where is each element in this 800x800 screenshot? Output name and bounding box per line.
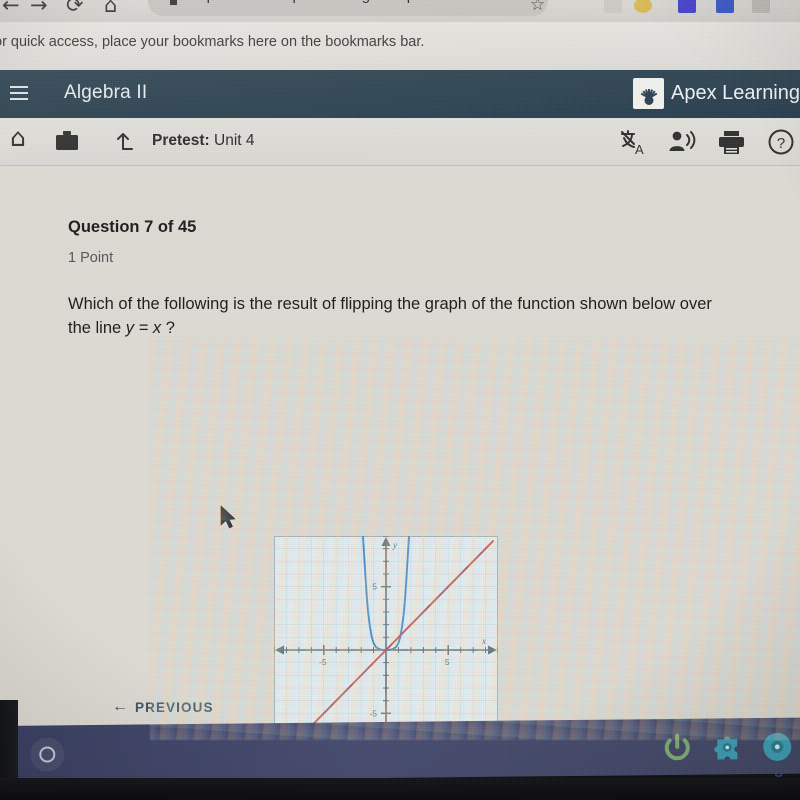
left-arrow-icon: ←: [112, 698, 128, 715]
address-bar[interactable]: https://course.apexlearning.com/public/a…: [148, 0, 548, 16]
previous-label: PREVIOUS: [135, 699, 214, 715]
extension-icon-3[interactable]: [678, 0, 696, 13]
previous-button[interactable]: ← PREVIOUS: [112, 698, 214, 716]
puzzle-eye-icon-2[interactable]: [760, 730, 794, 764]
read-aloud-icon[interactable]: [668, 129, 698, 155]
bookmarks-bar: or quick access, place your bookmarks he…: [0, 22, 800, 70]
home-icon[interactable]: ⌂: [10, 123, 26, 152]
extension-icon-4[interactable]: [716, 0, 734, 13]
os-taskbar: [0, 717, 800, 782]
brand: Apex Learning: [633, 78, 800, 109]
hamburger-menu-icon[interactable]: [10, 86, 28, 100]
svg-text:-5: -5: [319, 657, 327, 667]
browser-toolbar: ← → ⟳ ⌂ https://course.apexlearning.com/…: [0, 0, 800, 22]
question-points: 1 Point: [68, 250, 114, 266]
power-icon[interactable]: [660, 731, 694, 765]
circle-outline-icon[interactable]: [30, 737, 65, 772]
brand-name: Apex Learning: [671, 82, 800, 104]
home-icon[interactable]: ⌂: [104, 0, 117, 16]
svg-text:y: y: [392, 540, 397, 550]
question-prompt-math: y = x: [125, 319, 162, 337]
breadcrumb-label: Pretest:: [152, 132, 210, 149]
taskbar-tray: [660, 730, 794, 765]
bookmarks-hint-text: or quick access, place your bookmarks he…: [0, 34, 425, 50]
translate-icon[interactable]: A: [620, 128, 650, 156]
forward-arrow-icon[interactable]: →: [30, 0, 48, 16]
svg-text:?: ?: [777, 135, 785, 152]
svg-text:-5: -5: [369, 708, 377, 718]
briefcase-icon[interactable]: [55, 130, 79, 152]
upload-arrow-icon[interactable]: [114, 129, 136, 153]
question-prompt-tail: ?: [161, 319, 175, 337]
help-circle-icon[interactable]: ?: [768, 129, 795, 156]
print-icon[interactable]: [718, 130, 746, 155]
breadcrumb-unit: Unit 4: [214, 132, 255, 149]
svg-text:5: 5: [445, 657, 450, 667]
question-page: Question 7 of 45 1 Point Which of the fo…: [0, 166, 800, 795]
reload-icon[interactable]: ⟳: [66, 0, 84, 16]
monitor-bezel-bottom: [0, 778, 800, 800]
extension-icon-5[interactable]: [752, 0, 770, 13]
site-info-icon[interactable]: [170, 0, 177, 5]
extension-icon-2[interactable]: [634, 0, 652, 13]
app-sub-toolbar: ⌂ Pretest: Unit 4 A ?: [0, 118, 800, 166]
breadcrumb: Pretest: Unit 4: [152, 132, 255, 150]
svg-text:A: A: [635, 142, 644, 156]
bookmark-star-icon[interactable]: ☆: [530, 0, 545, 15]
apex-sunburst-logo-icon: [633, 78, 665, 109]
question-prompt: Which of the following is the result of …: [68, 292, 728, 340]
photographed-screen: ← → ⟳ ⌂ https://course.apexlearning.com/…: [0, 0, 800, 800]
url-text: https://course.apexlearning.com/public/a…: [190, 0, 471, 4]
back-arrow-icon[interactable]: ←: [2, 0, 20, 16]
mouse-pointer: [220, 505, 236, 529]
app-header: Algebra II Apex Learning: [0, 70, 800, 118]
extension-icon-1[interactable]: [604, 0, 622, 13]
svg-text:5: 5: [372, 582, 377, 592]
svg-text:x: x: [481, 636, 486, 646]
puzzle-eye-icon[interactable]: [710, 730, 744, 764]
course-title: Algebra II: [64, 82, 148, 103]
question-number: Question 7 of 45: [68, 218, 197, 236]
